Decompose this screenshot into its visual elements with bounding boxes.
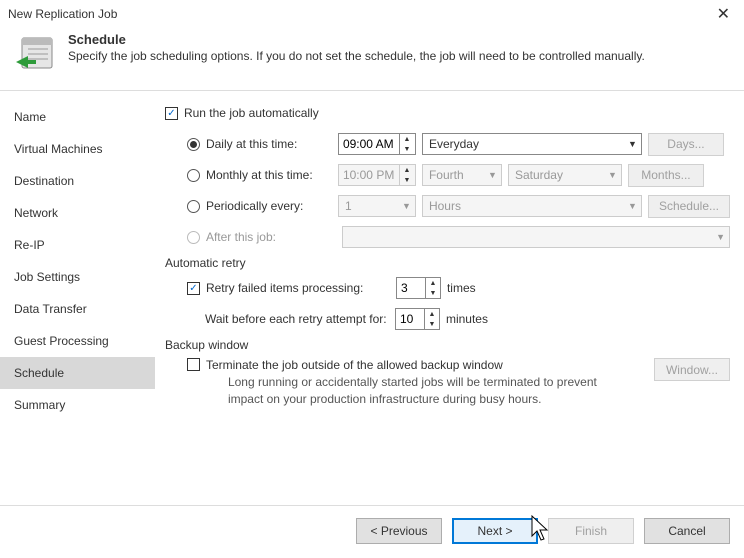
wait-minutes-label: minutes	[446, 312, 488, 326]
periodic-unit-select: Hours ▼	[422, 195, 642, 217]
daily-radio[interactable]	[187, 138, 200, 151]
chevron-down-icon: ▼	[716, 232, 725, 242]
window-title: New Replication Job	[8, 7, 117, 21]
retry-label: Retry failed items processing:	[206, 281, 396, 295]
daily-time-spinner[interactable]: ▲▼	[338, 133, 416, 155]
run-automatically-label: Run the job automatically	[184, 106, 319, 120]
sidebar-item-network[interactable]: Network	[0, 197, 155, 229]
monthly-ordinal-value: Fourth	[429, 168, 464, 182]
retry-times-label: times	[447, 281, 476, 295]
periodic-unit-value: Hours	[429, 199, 461, 213]
monthly-time-spinner: ▲▼	[338, 164, 416, 186]
schedule-button[interactable]: Schedule...	[648, 195, 730, 218]
daily-everyday-value: Everyday	[429, 137, 479, 151]
after-job-radio	[187, 231, 200, 244]
periodic-count-value: 1	[345, 199, 352, 213]
previous-button[interactable]: < Previous	[356, 518, 442, 544]
window-button[interactable]: Window...	[654, 358, 730, 381]
spinner-down-icon[interactable]: ▼	[400, 144, 414, 154]
page-title: Schedule	[68, 32, 645, 47]
periodically-label: Periodically every:	[206, 199, 338, 213]
after-job-select: ▼	[342, 226, 730, 248]
wait-minutes-input[interactable]	[396, 309, 424, 329]
monthly-day-value: Saturday	[515, 168, 563, 182]
terminate-label: Terminate the job outside of the allowed…	[206, 358, 503, 372]
daily-label: Daily at this time:	[206, 137, 338, 151]
monthly-ordinal-select: Fourth ▼	[422, 164, 502, 186]
wizard-steps-sidebar: Name Virtual Machines Destination Networ…	[0, 91, 155, 501]
sidebar-item-virtual-machines[interactable]: Virtual Machines	[0, 133, 155, 165]
backup-window-section-label: Backup window	[165, 338, 730, 352]
sidebar-item-schedule[interactable]: Schedule	[0, 357, 155, 389]
sidebar-item-guest-processing[interactable]: Guest Processing	[0, 325, 155, 357]
retry-count-spinner[interactable]: ▲▼	[396, 277, 441, 299]
monthly-label: Monthly at this time:	[206, 168, 338, 182]
chevron-down-icon: ▼	[402, 201, 411, 211]
spinner-up-icon[interactable]: ▲	[426, 278, 440, 288]
after-job-label: After this job:	[206, 230, 338, 244]
wait-label: Wait before each retry attempt for:	[205, 312, 395, 326]
spinner-up-icon[interactable]: ▲	[425, 309, 439, 319]
wizard-footer: < Previous Next > Finish Cancel	[0, 505, 744, 558]
monthly-radio[interactable]	[187, 169, 200, 182]
retry-count-input[interactable]	[397, 278, 425, 298]
monthly-time-input	[339, 165, 399, 185]
chevron-down-icon: ▼	[488, 170, 497, 180]
terminate-note: Long running or accidentally started job…	[228, 374, 608, 408]
daily-everyday-select[interactable]: Everyday ▼	[422, 133, 642, 155]
run-automatically-checkbox[interactable]: ✓	[165, 107, 178, 120]
spinner-up-icon: ▲	[400, 165, 414, 175]
wait-minutes-spinner[interactable]: ▲▼	[395, 308, 440, 330]
chevron-down-icon: ▼	[608, 170, 617, 180]
cancel-button[interactable]: Cancel	[644, 518, 730, 544]
close-icon[interactable]: ✕	[711, 4, 736, 24]
periodically-radio[interactable]	[187, 200, 200, 213]
chevron-down-icon: ▼	[628, 139, 637, 149]
terminate-checkbox[interactable]	[187, 358, 200, 371]
months-button[interactable]: Months...	[628, 164, 704, 187]
page-subtitle: Specify the job scheduling options. If y…	[68, 49, 645, 63]
schedule-icon	[14, 34, 56, 76]
wizard-header: Schedule Specify the job scheduling opti…	[0, 26, 744, 91]
spinner-down-icon: ▼	[400, 175, 414, 185]
periodic-count-select: 1 ▼	[338, 195, 416, 217]
sidebar-item-name[interactable]: Name	[0, 101, 155, 133]
monthly-day-select: Saturday ▼	[508, 164, 622, 186]
spinner-down-icon[interactable]: ▼	[426, 288, 440, 298]
automatic-retry-section-label: Automatic retry	[165, 256, 730, 270]
sidebar-item-destination[interactable]: Destination	[0, 165, 155, 197]
retry-checkbox[interactable]: ✓	[187, 282, 200, 295]
finish-button[interactable]: Finish	[548, 518, 634, 544]
sidebar-item-job-settings[interactable]: Job Settings	[0, 261, 155, 293]
chevron-down-icon: ▼	[628, 201, 637, 211]
spinner-up-icon[interactable]: ▲	[400, 134, 414, 144]
spinner-down-icon[interactable]: ▼	[425, 319, 439, 329]
daily-time-input[interactable]	[339, 134, 399, 154]
next-button[interactable]: Next >	[452, 518, 538, 544]
sidebar-item-data-transfer[interactable]: Data Transfer	[0, 293, 155, 325]
days-button[interactable]: Days...	[648, 133, 724, 156]
sidebar-item-re-ip[interactable]: Re-IP	[0, 229, 155, 261]
sidebar-item-summary[interactable]: Summary	[0, 389, 155, 421]
